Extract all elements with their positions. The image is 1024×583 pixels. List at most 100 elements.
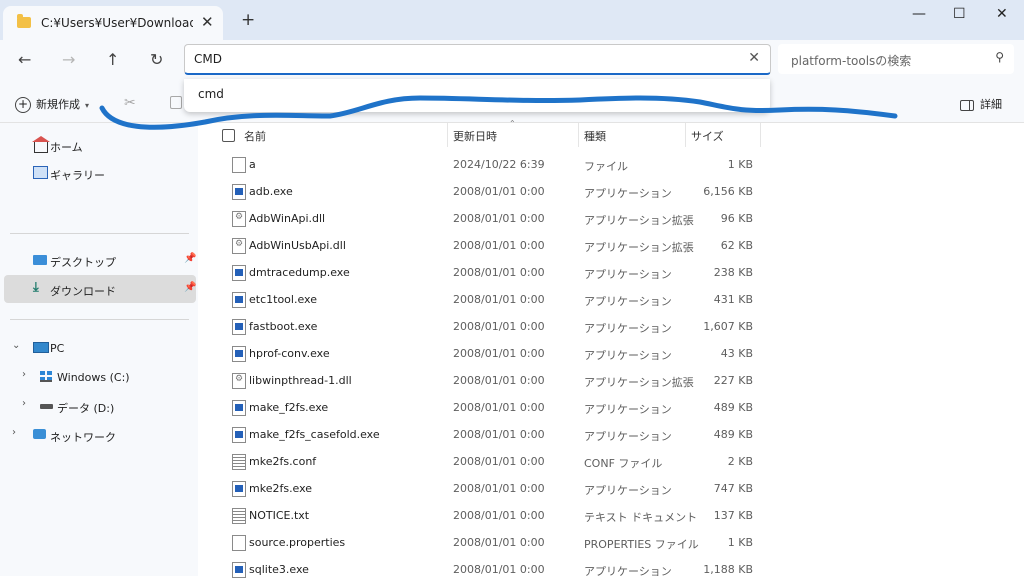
file-row[interactable]: make_f2fs_casefold.exe 2008/01/01 0:00 アプリ… bbox=[198, 421, 1024, 448]
column-divider[interactable] bbox=[685, 123, 686, 147]
file-type: アプリケーション拡張 bbox=[584, 214, 694, 227]
file-size: 1 KB bbox=[727, 158, 753, 171]
column-header-size[interactable]: サイズ bbox=[691, 128, 724, 144]
file-type: アプリケーション bbox=[584, 565, 672, 578]
file-exe-icon bbox=[232, 292, 246, 308]
pin-icon[interactable]: 📌 bbox=[184, 253, 196, 264]
chevron-down-icon: ▾ bbox=[85, 101, 90, 110]
sidebar-item-network[interactable]: › ネットワーク bbox=[4, 421, 196, 449]
file-size: 6,156 KB bbox=[703, 185, 753, 198]
pc-icon bbox=[33, 342, 49, 353]
file-size: 62 KB bbox=[720, 239, 753, 252]
file-size: 2 KB bbox=[727, 455, 753, 468]
sidebar-divider bbox=[10, 319, 189, 320]
file-type: アプリケーション bbox=[584, 268, 672, 281]
refresh-button[interactable]: ↻ bbox=[150, 50, 163, 69]
file-date: 2008/01/01 0:00 bbox=[453, 266, 545, 279]
file-date: 2008/01/01 0:00 bbox=[453, 401, 545, 414]
column-header-row: 名前 ⌃ 更新日時 種類 サイズ bbox=[198, 119, 1024, 147]
file-row[interactable]: sqlite3.exe 2008/01/01 0:00 アプリケーション 1,188 … bbox=[198, 556, 1024, 583]
gallery-icon bbox=[33, 166, 48, 179]
file-name: make_f2fs_casefold.exe bbox=[249, 428, 380, 441]
chevron-right-icon[interactable]: › bbox=[22, 369, 26, 380]
suggestion-cmd[interactable]: cmd bbox=[198, 87, 224, 101]
file-row[interactable]: NOTICE.txt 2008/01/01 0:00 テキスト ドキュメント 137 … bbox=[198, 502, 1024, 529]
file-type: アプリケーション bbox=[584, 349, 672, 362]
sidebar-item-windows-c[interactable]: › Windows (C:) bbox=[4, 363, 196, 391]
file-list: 名前 ⌃ 更新日時 種類 サイズ a 2024/10/22 6:39 ファイル 1 K… bbox=[198, 119, 1024, 578]
chevron-right-icon[interactable]: › bbox=[12, 427, 16, 438]
file-row[interactable]: mke2fs.exe 2008/01/01 0:00 アプリケーション 747 KB bbox=[198, 475, 1024, 502]
file-type: アプリケーション拡張 bbox=[584, 376, 694, 389]
sidebar-item-desktop[interactable]: デスクトップ 📌 bbox=[4, 246, 196, 274]
maximize-button[interactable]: ☐ bbox=[953, 6, 966, 22]
close-tab-icon[interactable]: ✕ bbox=[201, 13, 214, 31]
sidebar-item-gallery[interactable]: ギャラリー bbox=[4, 159, 196, 187]
file-size: 489 KB bbox=[713, 401, 753, 414]
new-tab-button[interactable]: + bbox=[241, 10, 255, 30]
file-row[interactable]: dmtracedump.exe 2008/01/01 0:00 アプリケーション 23… bbox=[198, 259, 1024, 286]
file-date: 2008/01/01 0:00 bbox=[453, 509, 545, 522]
file-exe-icon bbox=[232, 265, 246, 281]
column-divider[interactable] bbox=[578, 123, 579, 147]
close-window-button[interactable]: ✕ bbox=[996, 6, 1008, 22]
column-divider[interactable] bbox=[447, 123, 448, 147]
file-row[interactable]: etc1tool.exe 2008/01/01 0:00 アプリケーション 431 K… bbox=[198, 286, 1024, 313]
file-name: dmtracedump.exe bbox=[249, 266, 350, 279]
search-box[interactable]: platform-toolsの検索 ⚲ bbox=[778, 44, 1014, 74]
file-date: 2008/01/01 0:00 bbox=[453, 185, 545, 198]
back-button[interactable]: ← bbox=[18, 50, 31, 69]
sidebar-item-home[interactable]: ホーム bbox=[4, 131, 196, 159]
column-header-type[interactable]: 種類 bbox=[584, 128, 606, 144]
file-exe-icon bbox=[232, 400, 246, 416]
chevron-down-icon[interactable]: ⌄ bbox=[12, 340, 20, 351]
pin-icon[interactable]: 📌 bbox=[184, 282, 196, 293]
new-button[interactable]: + 新規作成 ▾ bbox=[15, 96, 89, 113]
file-type: ファイル bbox=[584, 160, 628, 173]
file-size: 227 KB bbox=[713, 374, 753, 387]
chevron-right-icon[interactable]: › bbox=[22, 398, 26, 409]
file-row[interactable]: source.properties 2008/01/01 0:00 PROPERTI… bbox=[198, 529, 1024, 556]
select-all-checkbox[interactable] bbox=[222, 129, 235, 142]
sidebar-item-pc[interactable]: ⌄ PC bbox=[4, 334, 196, 362]
column-header-name[interactable]: 名前 bbox=[244, 128, 266, 144]
copy-icon[interactable] bbox=[170, 96, 182, 109]
file-row[interactable]: AdbWinUsbApi.dll 2008/01/01 0:00 アプリケーション拡… bbox=[198, 232, 1024, 259]
file-row[interactable]: make_f2fs.exe 2008/01/01 0:00 アプリケーション 489 … bbox=[198, 394, 1024, 421]
sidebar-item-label: ネットワーク bbox=[50, 431, 116, 444]
file-size: 431 KB bbox=[713, 293, 753, 306]
tab-platform-tools[interactable]: C:¥Users¥User¥Downloads¥platform-tools ✕ bbox=[3, 6, 223, 40]
forward-button[interactable]: → bbox=[62, 50, 75, 69]
up-button[interactable]: ↑ bbox=[106, 50, 119, 69]
sidebar-item-data-d[interactable]: › データ (D:) bbox=[4, 392, 196, 420]
file-size: 1 KB bbox=[727, 536, 753, 549]
file-row[interactable]: mke2fs.conf 2008/01/01 0:00 CONF ファイル 2 KB bbox=[198, 448, 1024, 475]
network-icon bbox=[33, 429, 46, 439]
address-input[interactable]: CMD bbox=[194, 52, 222, 66]
file-size: 747 KB bbox=[713, 482, 753, 495]
file-date: 2008/01/01 0:00 bbox=[453, 293, 545, 306]
file-row[interactable]: a 2024/10/22 6:39 ファイル 1 KB bbox=[198, 151, 1024, 178]
search-input[interactable]: platform-toolsの検索 bbox=[791, 52, 911, 69]
clear-address-icon[interactable]: ✕ bbox=[748, 50, 760, 66]
file-name: hprof-conv.exe bbox=[249, 347, 330, 360]
file-row[interactable]: libwinpthread-1.dll 2008/01/01 0:00 アプリケーシ… bbox=[198, 367, 1024, 394]
file-date: 2008/01/01 0:00 bbox=[453, 212, 545, 225]
file-name: mke2fs.conf bbox=[249, 455, 317, 468]
details-button[interactable]: 詳細 bbox=[960, 96, 1002, 112]
file-row[interactable]: fastboot.exe 2008/01/01 0:00 アプリケーション 1,607… bbox=[198, 313, 1024, 340]
file-name: make_f2fs.exe bbox=[249, 401, 329, 414]
column-header-date[interactable]: 更新日時 bbox=[453, 128, 497, 144]
sidebar-item-downloads[interactable]: ⤓ ダウンロード 📌 bbox=[4, 275, 196, 303]
file-row[interactable]: hprof-conv.exe 2008/01/01 0:00 アプリケーション 43 … bbox=[198, 340, 1024, 367]
address-bar[interactable]: CMD ✕ bbox=[184, 44, 771, 75]
file-row[interactable]: AdbWinApi.dll 2008/01/01 0:00 アプリケーション拡張 96… bbox=[198, 205, 1024, 232]
cut-icon[interactable]: ✂ bbox=[124, 95, 136, 111]
minimize-button[interactable]: — bbox=[912, 6, 926, 22]
column-divider[interactable] bbox=[760, 123, 761, 147]
file-row[interactable]: adb.exe 2008/01/01 0:00 アプリケーション 6,156 KB bbox=[198, 178, 1024, 205]
file-date: 2008/01/01 0:00 bbox=[453, 536, 545, 549]
file-name: libwinpthread-1.dll bbox=[249, 374, 352, 387]
file-file-icon bbox=[232, 535, 246, 551]
file-type: テキスト ドキュメント bbox=[584, 511, 698, 524]
